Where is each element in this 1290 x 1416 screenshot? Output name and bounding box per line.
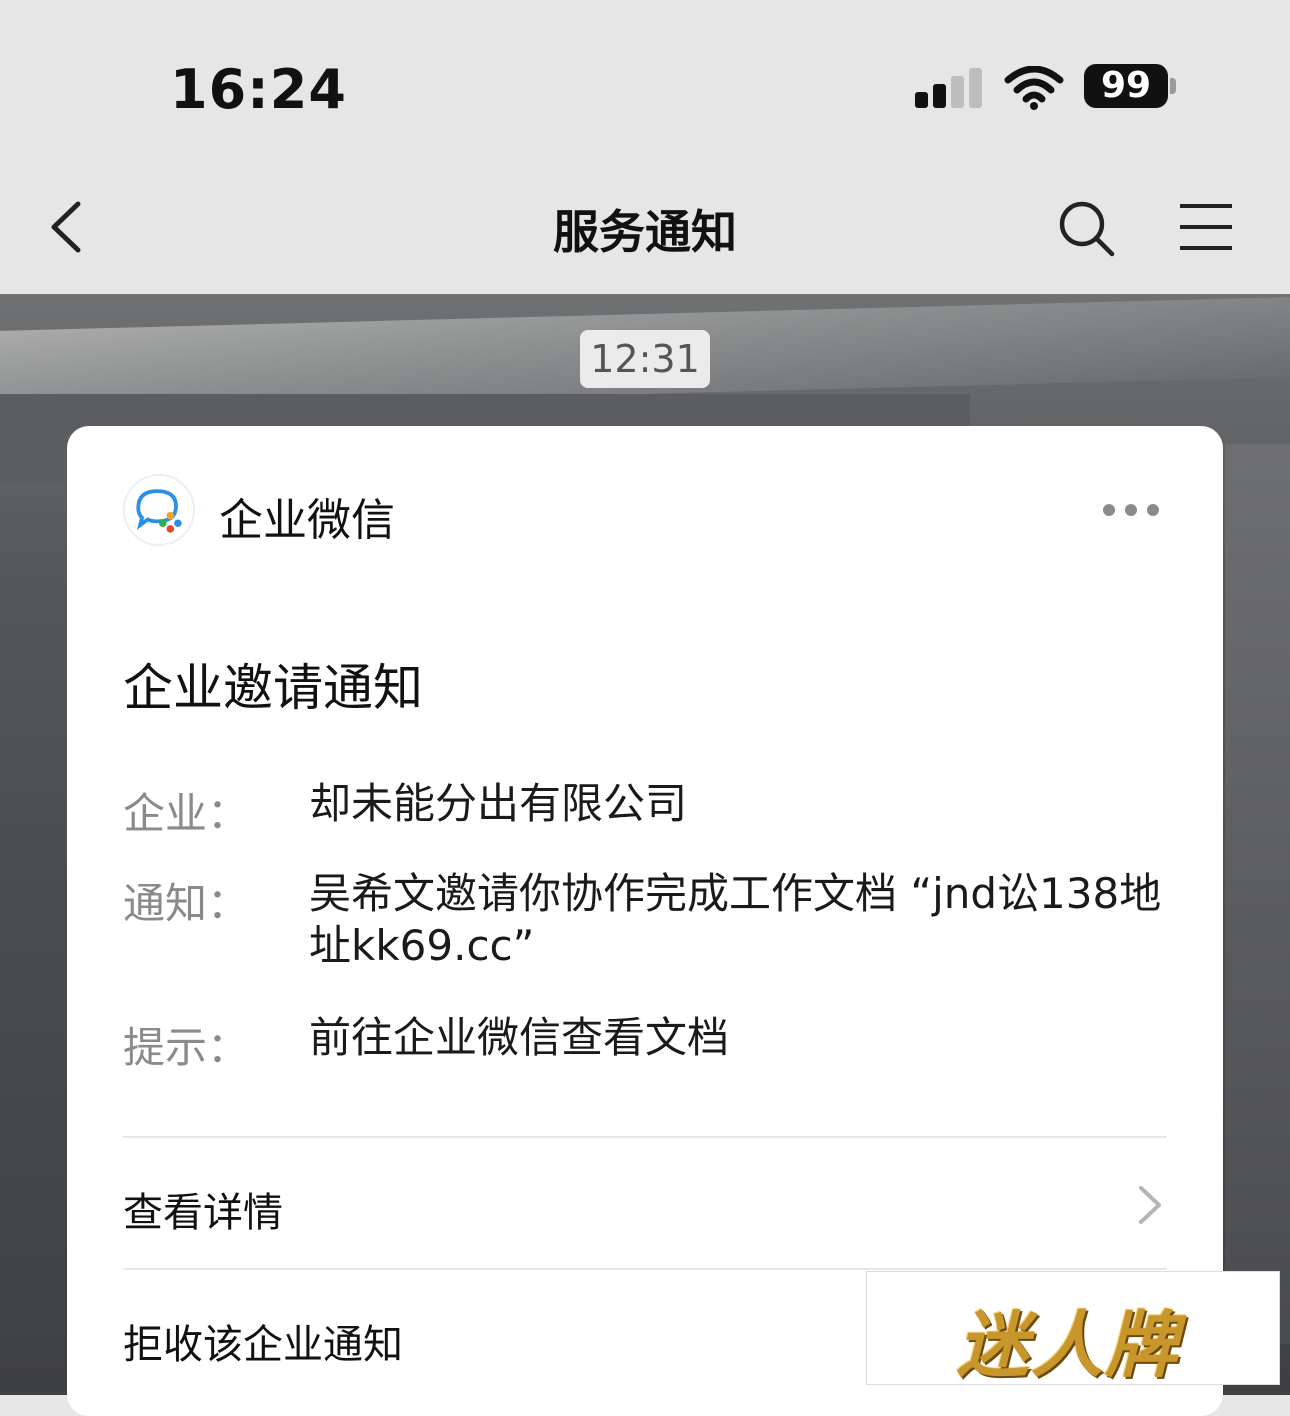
reject-notification-button[interactable]: 拒收该企业通知 <box>123 1312 403 1370</box>
background-right <box>1225 444 1290 1344</box>
notification-title: 企业邀请通知 <box>123 659 423 717</box>
menu-icon[interactable] <box>1178 202 1234 252</box>
battery-tip <box>1170 78 1176 94</box>
field-value-company: 却未能分出有限公司 <box>309 779 688 828</box>
wifi-icon <box>1004 66 1064 110</box>
cellular-signal-icon <box>915 68 983 108</box>
status-time: 16:24 <box>170 58 347 121</box>
notification-card[interactable]: 企业微信 企业邀请通知 企业： 却未能分出有限公司 通知： 吴希文邀请你协作完成… <box>67 426 1223 1416</box>
divider <box>123 1136 1167 1138</box>
status-bar: 16:24 99 <box>0 0 1290 150</box>
nav-bar: 服务通知 <box>0 150 1290 294</box>
field-value-notice: 吴希文邀请你协作完成工作文档 “jnd讼138地址kk69.cc” <box>309 869 1162 970</box>
watermark-text: 迷人牌 <box>957 1302 1180 1387</box>
wecom-logo-icon <box>123 474 195 546</box>
view-details-button[interactable]: 查看详情 <box>123 1180 283 1238</box>
field-label-hint: 提示： <box>123 1023 250 1072</box>
app-name: 企业微信 <box>219 495 395 546</box>
field-label-notice: 通知： <box>123 879 250 928</box>
watermark-logo: 迷人牌 <box>866 1271 1280 1387</box>
search-icon[interactable] <box>1058 200 1116 258</box>
field-label-company: 企业： <box>123 789 250 838</box>
field-value-hint: 前往企业微信查看文档 <box>309 1013 730 1062</box>
chevron-right-icon <box>1139 1186 1161 1224</box>
message-timestamp: 12:31 <box>580 330 710 388</box>
more-icon[interactable] <box>1103 504 1159 516</box>
divider <box>123 1268 1167 1270</box>
battery-icon: 99 <box>1084 64 1168 108</box>
